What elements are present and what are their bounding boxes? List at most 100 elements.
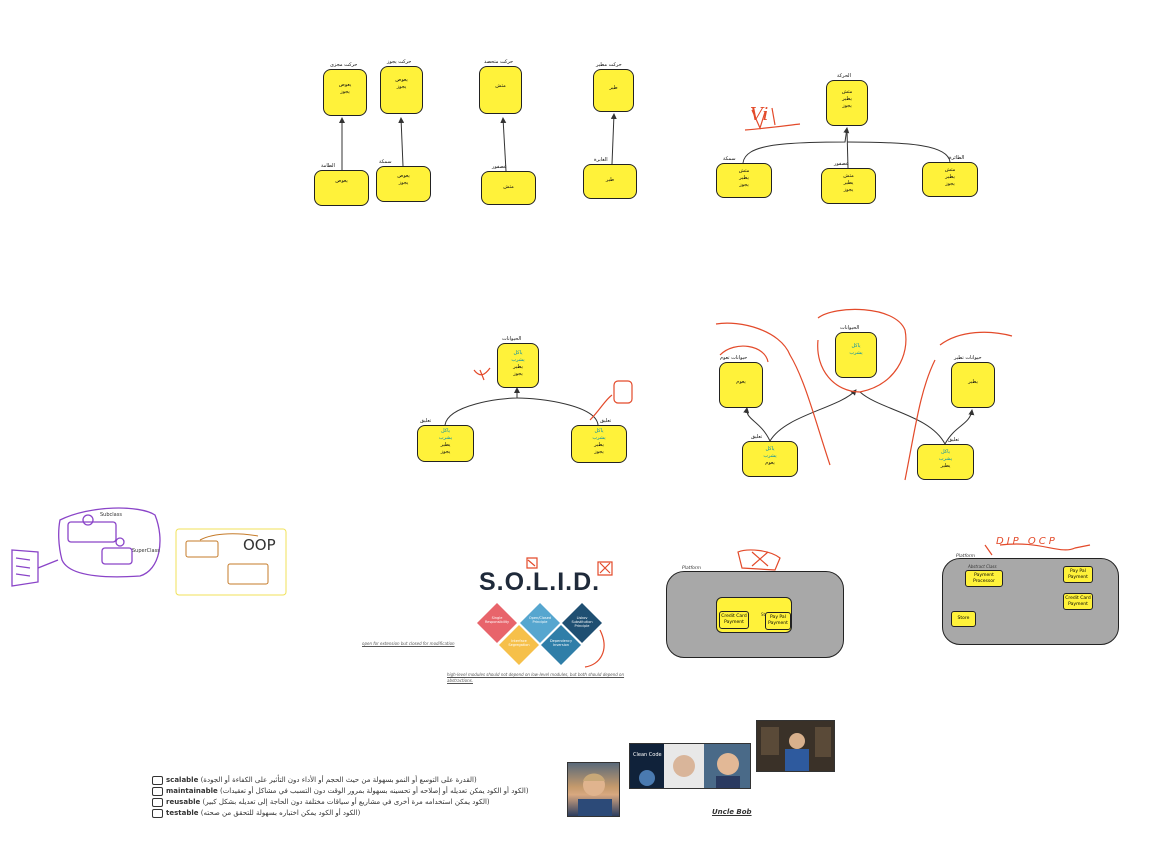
node-line: یاکل یشرب — [849, 343, 863, 356]
node-movement[interactable]: الحركة مثش یطیر یجوز — [826, 73, 868, 126]
node-line: مثش یطیر یجوز — [738, 168, 750, 188]
principle-isp: Interface Segregation — [508, 639, 530, 647]
node-child-right[interactable]: تعلیق یاکل یشرب یطیر — [917, 437, 974, 480]
node-whale[interactable]: الطامة یعوص — [314, 163, 369, 206]
term: reusable — [166, 798, 201, 806]
term: maintainable — [166, 787, 218, 795]
node-line: یاکل یشرب یطیر — [938, 449, 953, 469]
platform1-credit-card[interactable]: Credit Card Payment — [719, 611, 749, 629]
principle-lsp: Liskov Substitution Principle — [571, 616, 593, 628]
sketch-oop-label: OOP — [243, 536, 276, 554]
desc: (القدرة على التوسع أو النمو بسهولة من حي… — [200, 776, 477, 784]
term: testable — [166, 809, 199, 817]
node-title: تعلیق — [948, 437, 960, 443]
platform2-paypal[interactable]: Pay Pal Payment — [1063, 566, 1093, 583]
node-line: یاکل یشرب یطیر یجوز — [511, 350, 525, 377]
node-child-left[interactable]: تعلیق یاکل یشرب یطیر یجوز — [417, 418, 474, 462]
platform2-abstract-label: Abstract Class — [968, 564, 997, 569]
platform2-payment-processor[interactable]: Payment Processor — [965, 570, 1003, 587]
node-line: یاکل یشرب یطیر یجوز — [592, 428, 606, 455]
node-title: تعلیق — [751, 434, 763, 440]
node-line: مثش — [495, 83, 506, 89]
node-line: مثش یطیر یجوز — [944, 167, 956, 187]
node-child-right[interactable]: تعلیق یاکل یشرب یطیر یجوز — [571, 418, 627, 463]
node-swimming-animals[interactable]: حيوانات تعوم یعوم — [719, 355, 763, 408]
principle-ocp: Open/Closed Principle — [528, 616, 552, 624]
node-fish[interactable]: سمكة یعوص یجوز — [376, 159, 431, 202]
node-title: تعلیق — [600, 418, 612, 424]
photo-lab — [756, 720, 835, 772]
node-title: الطائرة — [949, 155, 965, 161]
node-line: یعوص — [335, 178, 348, 184]
node-title: حيوانات تعوم — [720, 355, 748, 361]
node-animals[interactable]: الحيوانات یاکل یشرب یطیر یجوز — [497, 336, 539, 388]
node-bird[interactable]: عصفور مثش — [481, 164, 536, 205]
node-title: حرکت مجزی — [330, 62, 358, 68]
annotation-vi: Vi — [750, 104, 769, 125]
node-move-walk[interactable]: حرکت یجوز یعوص یجوز — [380, 59, 423, 114]
node-child-left[interactable]: تعلیق یاکل یشرب یعوم — [742, 434, 798, 477]
node-move-run[interactable]: حرکت متحصد مثش — [479, 59, 522, 114]
desc: (الكود أو الكود يمكن تعديله أو إصلاحه أو… — [219, 787, 529, 795]
node-line: طیر — [605, 177, 615, 183]
node-line: یعوم — [736, 379, 746, 385]
purple-sketch — [11, 507, 161, 587]
node-move-swim[interactable]: حرکت مجزی یعوص یجوز — [323, 62, 367, 116]
solid-diamonds — [477, 603, 602, 665]
checkbox[interactable] — [152, 797, 163, 807]
note-dip: high-level modules should not depend on … — [447, 672, 625, 683]
node-title: حرکت متحصد — [484, 59, 514, 65]
node-title: حيوانات تطير — [954, 355, 982, 361]
photo-portrait-1 — [567, 762, 620, 817]
diagram4-arrows — [743, 389, 975, 445]
principle-srp: Single Responsibility — [484, 616, 510, 624]
checkbox[interactable] — [152, 786, 163, 796]
node-line: یعوص یجوز — [338, 82, 352, 95]
checkbox[interactable] — [152, 775, 163, 785]
node-title: الغابرة — [594, 157, 608, 163]
node-title: الحركة — [837, 73, 851, 79]
note-ocp: open for extension but closed for modifi… — [362, 641, 455, 646]
checkbox[interactable] — [152, 808, 163, 818]
node-flying-animals[interactable]: حيوانات تطير یطیر — [951, 355, 995, 408]
node-title: حرکت مطیر — [596, 62, 622, 68]
annotation-dip-ocp: DIP OCP — [996, 536, 1058, 547]
node-plane[interactable]: الغابرة طیر — [583, 157, 637, 199]
glossary-row-reusable: reusable (الكود يمكن استخدامه مرة أخرى ف… — [152, 797, 490, 807]
solid-title: S.O.L.I.D. — [479, 568, 601, 596]
platform2-credit-card[interactable]: Credit Card Payment — [1063, 593, 1093, 610]
node-title: تعلیق — [420, 418, 432, 424]
node-title: سمكة — [379, 159, 392, 165]
node-line: یاکل یشرب یطیر یجوز — [438, 428, 453, 455]
node-bird[interactable]: عصفور مثش یطیر یجوز — [821, 161, 876, 204]
platform1-paypal[interactable]: Pay Pal Payment — [765, 612, 791, 630]
node-title: حرکت یجوز — [387, 59, 412, 65]
node-title: عصفور — [834, 161, 849, 167]
diagram3-arrows — [444, 387, 599, 426]
platform2-store[interactable]: Store — [951, 611, 976, 627]
node-fish[interactable]: سمكة مثش یطیر یجوز — [716, 156, 772, 198]
glossary-row-maintainable: maintainable (الكود أو الكود يمكن تعديله… — [152, 786, 529, 796]
node-line: یاکل یشرب یعوم — [763, 446, 777, 466]
glossary-row-scalable: scalable (القدرة على التوسع أو النمو بسه… — [152, 775, 477, 785]
node-line: یطیر — [968, 379, 978, 385]
node-line: مثش یطیر یجوز — [843, 173, 854, 193]
principle-dip: Dependency Inversion — [549, 639, 573, 647]
photo-strip: Clean Code — [629, 743, 751, 789]
sketch-superclass-label: SuperClass — [132, 548, 160, 554]
desc: (الكود يمكن استخدامه مرة أخرى في مشاريع … — [202, 798, 490, 806]
node-line: یعوص یجوز — [395, 77, 408, 90]
node-line: طیر — [609, 85, 618, 91]
sketch-subclass-label: Subclass — [100, 512, 122, 518]
node-move-fly[interactable]: حرکت مطیر طیر — [593, 62, 634, 112]
glossary-row-testable: testable (الكود أو الكود يمكن اختباره بس… — [152, 808, 360, 818]
node-title: الطامة — [321, 163, 335, 169]
node-line: مثش — [503, 184, 514, 190]
node-animals[interactable]: الحيوانات یاکل یشرب — [835, 325, 877, 378]
photo-caption: Uncle Bob — [712, 808, 752, 816]
node-plane[interactable]: الطائرة مثش یطیر یجوز — [922, 155, 978, 197]
node-title: عصفور — [492, 164, 507, 170]
term: scalable — [166, 776, 199, 784]
desc: (الكود أو الكود يمكن اختباره بسهولة للتح… — [200, 809, 361, 817]
node-title: الحيوانات — [840, 325, 860, 331]
